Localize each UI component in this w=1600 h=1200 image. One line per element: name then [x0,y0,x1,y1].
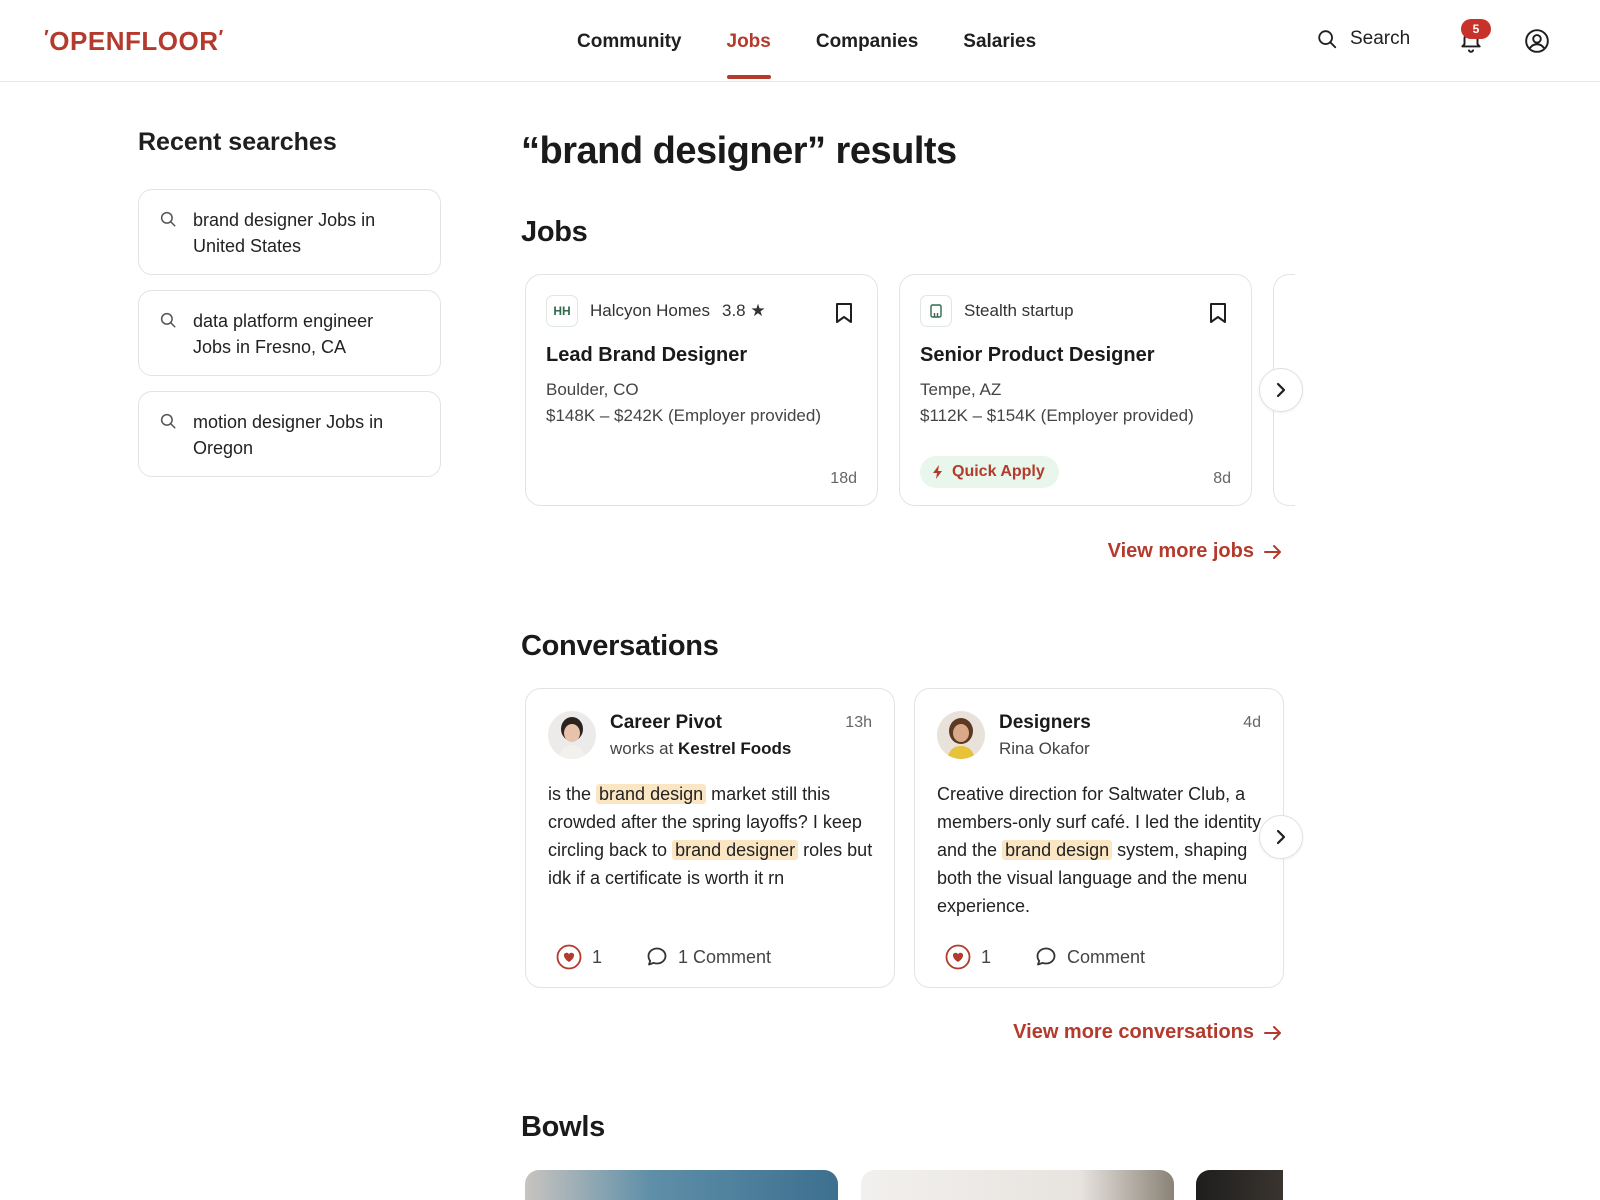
bowl-name[interactable]: Career Pivot [610,712,722,734]
jobs-next-button[interactable] [1259,368,1303,412]
comment-count: Comment [1067,946,1146,967]
search-icon [160,211,176,227]
like-count: 1 [592,946,603,967]
conversation-card[interactable]: Career Pivot works at Kestrel Foods 13h … [525,688,895,988]
recent-search-line1: brand designer Jobs in [193,210,376,230]
chevron-right-icon [1276,382,1286,398]
nav-jobs[interactable]: Jobs [726,0,772,82]
job-location: Tempe, AZ [920,380,1002,399]
arrow-right-icon [1264,1025,1281,1040]
bowl-card-image[interactable] [1196,1170,1283,1200]
notification-badge: 5 [1461,19,1491,39]
job-salary: $112K – $154K (Employer provided) [920,406,1194,425]
job-company-row: HH Halcyon Homes 3.8 ★ [546,295,766,327]
openfloor-logo[interactable]: ′OPENFLOOR′ [44,26,224,57]
heart-icon [556,944,582,970]
comment-icon [1036,947,1056,966]
company-name: Halcyon Homes [590,301,710,320]
comment-count: 1 Comment [678,946,772,967]
recent-search-line2: United States [193,236,302,256]
company-rating: 3.8 ★ [722,301,766,320]
top-header: ′OPENFLOOR′ Community Jobs Companies Sal… [0,0,1600,82]
job-company-row: Stealth startup [920,295,1074,327]
recent-search-line2: Oregon [193,438,254,458]
conversations-next-button[interactable] [1259,815,1303,859]
bowl-card-image[interactable] [525,1170,838,1200]
company-name: Stealth startup [964,301,1074,320]
search-icon [160,312,176,328]
bowl-name[interactable]: Designers [999,712,1091,734]
post-actions: 1 Comment [945,944,1145,970]
job-salary: $148K – $242K (Employer provided) [546,406,821,425]
star-icon: ★ [750,301,766,320]
nav-community[interactable]: Community [577,0,682,82]
recent-search-item[interactable]: motion designer Jobs in Oregon [138,391,441,477]
arrow-right-icon [1264,544,1281,559]
heart-icon [945,944,971,970]
author-info: works at Kestrel Foods [610,739,792,758]
recent-search-line1: data platform engineer [193,311,374,331]
author-name: Rina Okafor [999,739,1090,758]
post-age: 4d [1243,714,1261,731]
conversation-card[interactable]: Designers Rina Okafor 4d Creative direct… [914,688,1284,988]
nav-salaries[interactable]: Salaries [963,0,1036,82]
like-count: 1 [981,946,992,967]
recent-search-line1: motion designer Jobs in [193,412,384,432]
post-actions: 1 1 Comment [556,944,771,970]
results-title: “brand designer” results [521,130,957,172]
bowls-section-title: Bowls [521,1111,605,1143]
comment-button[interactable]: 1 Comment [646,946,771,968]
quick-apply-badge: Quick Apply [920,456,1059,488]
avatar [937,711,985,759]
post-age: 13h [845,714,872,731]
bowl-card-image[interactable] [861,1170,1174,1200]
lightning-icon [933,465,942,479]
recent-search-line2: Jobs in Fresno, CA [193,337,347,357]
like-button[interactable]: 1 [556,944,602,970]
view-more-jobs-link[interactable]: View more jobs [1108,540,1282,563]
job-age: 8d [1213,470,1231,487]
nav-companies[interactable]: Companies [816,0,918,82]
main-nav: Community Jobs Companies Salaries [577,0,1081,82]
recent-searches-title: Recent searches [138,128,337,156]
jobs-section-title: Jobs [521,216,588,248]
user-profile-icon[interactable] [1524,28,1550,54]
building-icon [920,295,952,327]
company-logo: HH [546,295,578,327]
search-icon [160,413,176,429]
job-age: 18d [830,470,857,487]
recent-search-item[interactable]: data platform engineer Jobs in Fresno, C… [138,290,441,376]
search-icon [1318,30,1337,49]
job-location: Boulder, CO [546,380,639,399]
like-button[interactable]: 1 [945,944,991,970]
comment-icon [647,947,667,966]
avatar [548,711,596,759]
view-more-conversations-link[interactable]: View more conversations [1013,1021,1282,1044]
search-label: Search [1350,28,1411,49]
conversations-section-title: Conversations [521,630,719,662]
chevron-right-icon [1276,829,1286,845]
comment-button[interactable]: Comment [1035,946,1145,968]
job-title[interactable]: Lead Brand Designer [546,344,747,367]
recent-searches-list: brand designer Jobs in United States dat… [138,189,441,492]
search-button[interactable]: Search [1316,28,1410,50]
post-body[interactable]: is the brand design market still this cr… [548,780,878,892]
bookmark-icon[interactable] [835,302,853,324]
job-card[interactable]: HH Halcyon Homes 3.8 ★ Lead Brand Design… [525,274,878,506]
job-title[interactable]: Senior Product Designer [920,344,1155,367]
bookmark-icon[interactable] [1209,302,1227,324]
job-card[interactable]: Stealth startup Senior Product Designer … [899,274,1252,506]
post-body[interactable]: Creative direction for Saltwater Club, a… [937,780,1267,920]
recent-search-item[interactable]: brand designer Jobs in United States [138,189,441,275]
